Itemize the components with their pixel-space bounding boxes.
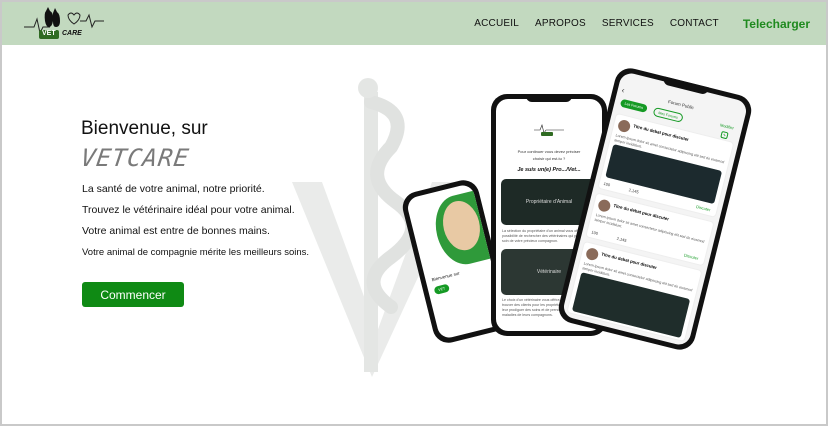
- post-comments: 2,145: [628, 187, 640, 195]
- discuss-button[interactable]: Discuter: [696, 204, 711, 212]
- app-logo-graphic: [534, 124, 564, 136]
- intro-text: Pour continuer vous devez préciser: [517, 149, 581, 154]
- nav-link-accueil[interactable]: ACCUEIL: [474, 18, 519, 29]
- post-text: Lorem ipsum dolor sit amet consectetur a…: [594, 212, 705, 244]
- logo-graphic: [24, 7, 104, 39]
- logo-vet-text: VET: [42, 30, 56, 37]
- intro-text-2: choisir qui est-tu ?: [532, 156, 566, 161]
- hero-line-1: La santé de votre animal, notre priorité…: [82, 183, 265, 195]
- nav-link-apropos[interactable]: APROPOS: [535, 18, 586, 29]
- author-avatar: [616, 118, 632, 134]
- author-avatar: [584, 246, 600, 262]
- welcome-badge: VET: [433, 283, 451, 295]
- tab-mes-forums[interactable]: Mes Forums: [652, 106, 684, 123]
- hero-title: Bienvenue, sur: [81, 118, 208, 139]
- nav-links: ACCUEIL APROPOS SERVICES CONTACT Telecha…: [458, 2, 810, 45]
- discuss-button[interactable]: Discuter: [683, 252, 698, 260]
- hero-line-4: Votre animal de compagnie mérite les mei…: [82, 247, 310, 258]
- start-button[interactable]: Commencer: [82, 282, 184, 307]
- choice-heading: Je suis un(e) Pro.../Vet...: [517, 167, 581, 173]
- hero-line-3: Votre animal est entre de bonnes mains.: [82, 225, 270, 237]
- phone-notch: [526, 94, 572, 102]
- download-link[interactable]: Telecharger: [743, 17, 810, 31]
- top-navbar: VET CARE ACCUEIL APROPOS SERVICES CONTAC…: [2, 2, 826, 45]
- hero-brand: VETCARE: [79, 144, 192, 172]
- vet-card-label: Vétérinaire: [536, 269, 562, 275]
- post-likes: 100: [603, 180, 611, 188]
- logo-care-text: CARE: [62, 30, 82, 37]
- author-avatar: [597, 198, 612, 213]
- modify-link[interactable]: Modifier: [719, 122, 734, 130]
- welcome-label: Bienvenue sur: [431, 270, 461, 283]
- post-comments: 2,145: [616, 235, 628, 243]
- app-logo: [534, 121, 564, 137]
- nav-link-contact[interactable]: CONTACT: [670, 18, 719, 29]
- tab-les-forums[interactable]: Les Forums: [619, 98, 648, 113]
- hero-line-2: Trouvez le vétérinaire idéal pour votre …: [82, 204, 295, 216]
- owner-card-label: Propriétaire d'Animal: [525, 199, 573, 205]
- vetcare-logo[interactable]: VET CARE: [24, 5, 104, 43]
- nav-link-services[interactable]: SERVICES: [602, 18, 654, 29]
- post-likes: 100: [590, 229, 599, 236]
